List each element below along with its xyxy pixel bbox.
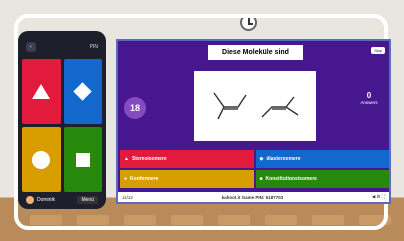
answers-label: Answers <box>360 100 378 105</box>
phone-controller: ‹ PIN Dominik Menü <box>18 31 106 209</box>
answer-tile-green[interactable] <box>63 127 102 192</box>
menu-button[interactable]: Menü <box>77 196 98 204</box>
diamond-icon: ◆ <box>259 156 264 162</box>
answers-counter: 0 Answers <box>355 91 383 105</box>
phone-header: ‹ PIN <box>22 35 102 59</box>
answer-grid <box>22 59 102 192</box>
circle-icon <box>32 150 51 169</box>
option-label: Stereoisomere <box>131 156 167 162</box>
triangle-icon <box>32 84 51 99</box>
triangle-icon: ▲ <box>124 156 129 162</box>
answer-tile-red[interactable] <box>22 59 61 124</box>
option-label: Konformere <box>130 176 159 182</box>
countdown-timer: 18 <box>124 97 146 119</box>
player-info: Dominik <box>26 196 55 204</box>
square-icon: ■ <box>259 176 263 182</box>
phone-footer: Dominik Menü <box>22 192 102 208</box>
circle-icon: ● <box>124 176 128 182</box>
question-progress: 11/12 <box>122 194 133 200</box>
option-2: ◆ diastereomere <box>255 150 389 168</box>
answer-tile-yellow[interactable] <box>22 127 61 192</box>
option-4: ■ Konstitutionsisomere <box>255 170 389 188</box>
bottom-bar: 11/12 kahoot.it Game PIN: 5187703 ◀ ⚙ ⛶ <box>118 192 389 202</box>
answers-count: 0 <box>366 91 372 100</box>
molecule-structures <box>213 92 299 120</box>
back-button[interactable]: ‹ <box>26 42 36 52</box>
player-name: Dominik <box>37 197 56 203</box>
option-3: ● Konformere <box>120 170 254 188</box>
option-label: Konstitutionsisomere <box>265 176 317 182</box>
bar-controls[interactable]: ◀ ⚙ ⛶ <box>372 194 385 200</box>
avatar <box>26 196 34 204</box>
square-icon <box>75 152 90 167</box>
diamond-icon <box>73 82 92 101</box>
option-label: diastereomere <box>266 156 301 162</box>
question-title: Diese Moleküle sind <box>208 45 303 60</box>
answer-options: ▲ Stereoisomere ◆ diastereomere ● Konfor… <box>120 150 389 188</box>
option-1: ▲ Stereoisomere <box>120 150 254 168</box>
answer-tile-blue[interactable] <box>63 59 102 124</box>
pin-chip: PIN <box>89 44 98 50</box>
molecule-image <box>194 71 316 141</box>
host-screen: Diese Moleküle sind Skip 18 0 Answers ▲ … <box>116 39 391 204</box>
skip-button[interactable]: Skip <box>371 47 385 54</box>
game-pin-info: kahoot.it Game PIN: 5187703 <box>221 194 284 200</box>
